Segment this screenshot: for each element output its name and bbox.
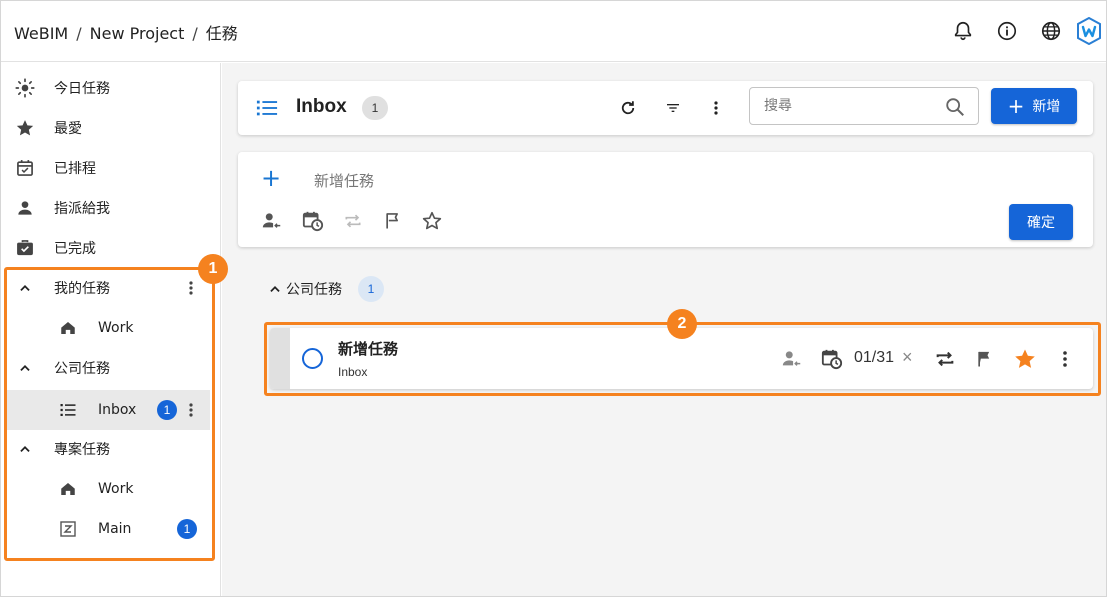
sidebar-item-label: 指派給我 — [54, 201, 110, 217]
star-outline-icon[interactable] — [420, 209, 444, 233]
star-filled-icon[interactable] — [1013, 347, 1037, 371]
task-title: 新增任務 — [338, 340, 399, 358]
sidebar-group-my-tasks[interactable]: 我的任務 — [1, 268, 220, 308]
confirm-button[interactable]: 確定 — [1009, 204, 1073, 240]
sidebar-item-label: Work — [98, 320, 134, 336]
new-task-card: + 新增任務 確定 — [238, 152, 1093, 247]
calendar-clock-icon[interactable] — [301, 209, 325, 233]
breadcrumb-item-root[interactable]: WeBIM — [14, 24, 68, 43]
bell-icon[interactable] — [946, 14, 980, 48]
count-badge: 1 — [358, 276, 384, 302]
callout-badge-1: 1 — [198, 254, 228, 284]
sidebar-item-label: 已排程 — [54, 161, 96, 177]
info-icon[interactable] — [990, 14, 1024, 48]
assign-person-icon[interactable] — [780, 347, 804, 371]
search-box — [749, 87, 979, 125]
sidebar-item-completed[interactable]: 已完成 — [1, 228, 220, 268]
breadcrumb: WeBIM / New Project / 任務 — [14, 20, 238, 44]
sidebar-item-label: 最愛 — [54, 121, 82, 137]
z-box-icon — [57, 518, 79, 540]
task-complete-checkbox[interactable] — [302, 348, 323, 369]
chevron-up-icon[interactable] — [268, 281, 284, 297]
sidebar-item-label: Main — [98, 521, 132, 537]
add-button-label: 新增 — [1032, 99, 1061, 115]
list-icon — [256, 97, 278, 119]
top-bar: WeBIM / New Project / 任務 — [1, 1, 1106, 62]
sidebar-item-label: Work — [98, 481, 134, 497]
repeat-icon[interactable] — [341, 209, 365, 233]
home-icon — [57, 478, 79, 500]
task-drag-handle[interactable] — [270, 328, 290, 389]
main-panel: Inbox 1 + 新增 + 新增任務 — [222, 63, 1106, 596]
count-badge: 1 — [157, 400, 177, 420]
more-vert-icon[interactable] — [1053, 347, 1077, 371]
sidebar-item-main[interactable]: Main 1 — [1, 509, 220, 549]
sidebar-group-label: 專案任務 — [54, 442, 110, 458]
sidebar-item-scheduled[interactable]: 已排程 — [1, 148, 220, 188]
star-icon — [14, 117, 36, 139]
sidebar-item-label: 今日任務 — [54, 81, 110, 97]
flag-icon[interactable] — [381, 209, 405, 233]
task-due-date[interactable]: 01/31 — [854, 349, 894, 367]
count-badge: 1 — [362, 96, 388, 120]
page-title: Inbox — [296, 96, 347, 117]
more-vert-icon[interactable] — [183, 400, 199, 420]
breadcrumb-separator: / — [192, 24, 198, 43]
count-badge: 1 — [177, 519, 197, 539]
flag-icon[interactable] — [973, 347, 997, 371]
list-header: Inbox 1 + 新增 — [238, 81, 1093, 135]
breadcrumb-item-current: 任務 — [205, 24, 238, 43]
breadcrumb-separator: / — [76, 24, 82, 43]
sidebar-group-label: 我的任務 — [54, 281, 110, 297]
sidebar-item-work[interactable]: Work — [1, 469, 220, 509]
sidebar-group-label: 公司任務 — [54, 361, 110, 377]
person-icon — [14, 197, 36, 219]
sun-icon — [14, 77, 36, 99]
callout-badge-2: 2 — [667, 309, 697, 339]
sidebar: 今日任務 最愛 已排程 指派給我 已完成 我的任務 Work 公司任務 Inbo… — [1, 63, 221, 596]
list-icon — [57, 399, 79, 421]
calendar-check-icon — [14, 157, 36, 179]
home-icon — [57, 317, 79, 339]
sidebar-group-company-tasks[interactable]: 公司任務 — [1, 348, 220, 388]
sidebar-item-today[interactable]: 今日任務 — [1, 68, 220, 108]
clear-date-icon[interactable]: × — [902, 347, 913, 368]
add-button[interactable]: + 新增 — [991, 88, 1077, 124]
sidebar-item-work[interactable]: Work — [1, 308, 220, 348]
task-group-label: 公司任務 — [286, 282, 342, 298]
new-task-input[interactable]: 新增任務 — [314, 170, 374, 191]
calendar-clock-icon[interactable] — [820, 347, 844, 371]
plus-icon: + — [1007, 94, 1025, 118]
repeat-icon[interactable] — [933, 347, 957, 371]
assign-person-icon[interactable] — [260, 209, 284, 233]
sidebar-item-assigned[interactable]: 指派給我 — [1, 188, 220, 228]
chevron-up-icon[interactable] — [14, 357, 36, 379]
chevron-up-icon[interactable] — [14, 438, 36, 460]
sidebar-item-inbox[interactable]: Inbox 1 — [6, 390, 210, 430]
sidebar-group-project-tasks[interactable]: 專案任務 — [1, 429, 220, 469]
task-list-name: Inbox — [338, 365, 368, 379]
more-vert-icon[interactable] — [183, 278, 199, 298]
top-icons — [946, 14, 1106, 48]
sidebar-item-label: Inbox — [98, 402, 137, 418]
search-input[interactable] — [764, 96, 934, 116]
search-icon[interactable] — [944, 96, 966, 118]
sidebar-item-label: 已完成 — [54, 241, 96, 257]
filter-icon[interactable] — [661, 96, 685, 120]
breadcrumb-item-project[interactable]: New Project — [90, 24, 185, 43]
sidebar-item-favorites[interactable]: 最愛 — [1, 108, 220, 148]
plus-icon[interactable]: + — [261, 166, 281, 190]
briefcase-check-icon — [14, 237, 36, 259]
more-vert-icon[interactable] — [704, 96, 728, 120]
globe-icon[interactable] — [1034, 14, 1068, 48]
refresh-icon[interactable] — [616, 96, 640, 120]
chevron-up-icon[interactable] — [14, 277, 36, 299]
app-logo[interactable] — [1072, 14, 1106, 48]
